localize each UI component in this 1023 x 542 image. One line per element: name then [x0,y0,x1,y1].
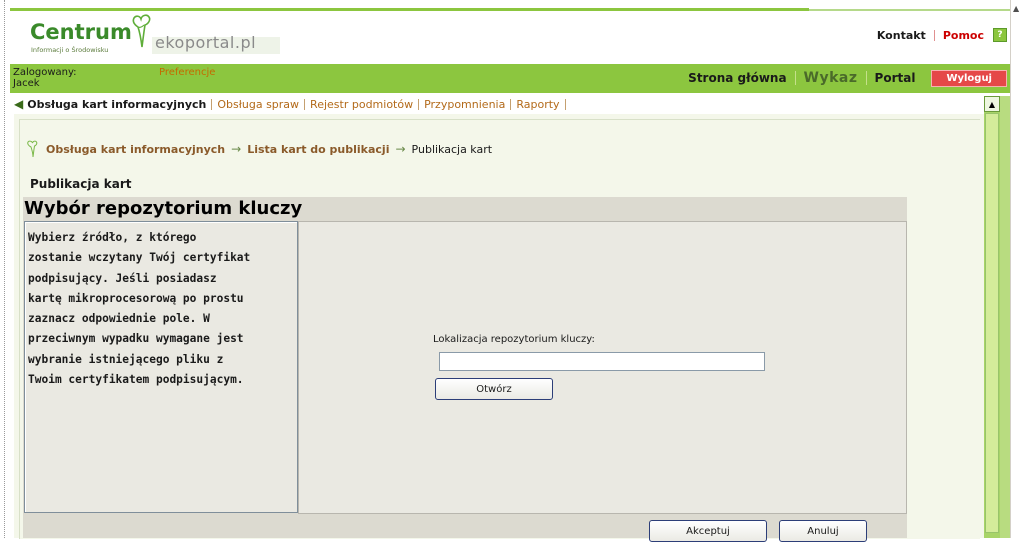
tree-icon [27,140,38,158]
location-input[interactable] [439,352,765,371]
scroll-up-arrow-icon[interactable]: ▲ [984,96,1000,112]
main-nav: Strona główna Wykaz Portal Wyloguj [680,69,1007,87]
tab-rejestr-podmiotow[interactable]: Rejestr podmiotów [310,98,413,111]
breadcrumb-link-lista-kart[interactable]: Lista kart do publikacji [247,143,389,156]
description-text: Wybierz źródło, z którego zostanie wczyt… [28,231,251,387]
divider [933,29,935,41]
tab-obsluga-spraw[interactable]: Obsługa spraw [217,98,299,111]
divider [564,98,566,110]
header-links: Kontakt Pomoc ? [877,27,1007,43]
site-logo[interactable]: Centrum Informacji o Środowisku ekoporta… [18,13,280,55]
logo-subtitle: Informacji o Środowisku [31,46,109,54]
tab-raporty[interactable]: Raporty [516,98,559,111]
divider [510,98,512,110]
divider [304,98,306,110]
preferences-link[interactable]: Preferencje [159,67,215,78]
help-icon[interactable]: ? [993,28,1007,42]
logout-button[interactable]: Wyloguj [931,69,1007,87]
module-tabs: ◀ Obsługa kart informacyjnych Obsługa sp… [14,94,984,114]
page-title: Publikacja kart [30,177,132,191]
nav-portal[interactable]: Portal [867,71,924,85]
frame-scrollbar-track [1000,96,1010,538]
user-name: Jacek [13,78,40,89]
cancel-button[interactable]: Anuluj [779,520,867,542]
tab-obsluga-kart[interactable]: Obsługa kart informacyjnych [27,98,206,111]
panel-title: Wybór repozytorium kluczy [24,198,303,219]
breadcrumb-arrow: → [231,142,242,156]
frame-scrollbar[interactable]: ▲ [984,96,1000,538]
page-edge [4,0,5,538]
user-bar: Zalogowany: Jacek Preferencje Strona głó… [10,64,1010,93]
breadcrumb: Obsługa kart informacyjnych → Lista kart… [26,139,492,159]
accept-button[interactable]: Akceptuj [649,520,767,542]
scroll-up-arrow-icon[interactable]: ▲ [1013,4,1019,13]
divider [418,98,420,110]
breadcrumb-link-obsluga-kart[interactable]: Obsługa kart informacyjnych [46,143,225,156]
breadcrumb-current: Publikacja kart [411,142,493,156]
nav-home[interactable]: Strona główna [680,71,794,85]
site-header: Centrum Informacji o Środowisku ekoporta… [10,11,1010,64]
back-arrow-icon[interactable]: ◀ [14,97,23,111]
open-button[interactable]: Otwórz [435,378,553,400]
divider [211,98,213,110]
tab-przypomnienia[interactable]: Przypomnienia [424,98,505,111]
location-label: Lokalizacja repozytorium kluczy: [433,334,595,345]
logo-centrum-text: Centrum [30,20,132,44]
nav-wykaz[interactable]: Wykaz [796,70,866,86]
pomoc-link[interactable]: Pomoc [943,29,984,42]
breadcrumb-arrow: → [395,142,406,156]
logo-portal-text: ekoportal.pl [155,33,257,52]
kontakt-link[interactable]: Kontakt [877,29,926,42]
logo-tree-icon [132,14,151,48]
logged-in-label: Zalogowany: [13,67,77,78]
description-box: Wybierz źródło, z którego zostanie wczyt… [24,221,298,513]
page-scrollbar[interactable]: ▲ [1010,0,1023,538]
scrollbar-thumb[interactable] [985,113,999,533]
